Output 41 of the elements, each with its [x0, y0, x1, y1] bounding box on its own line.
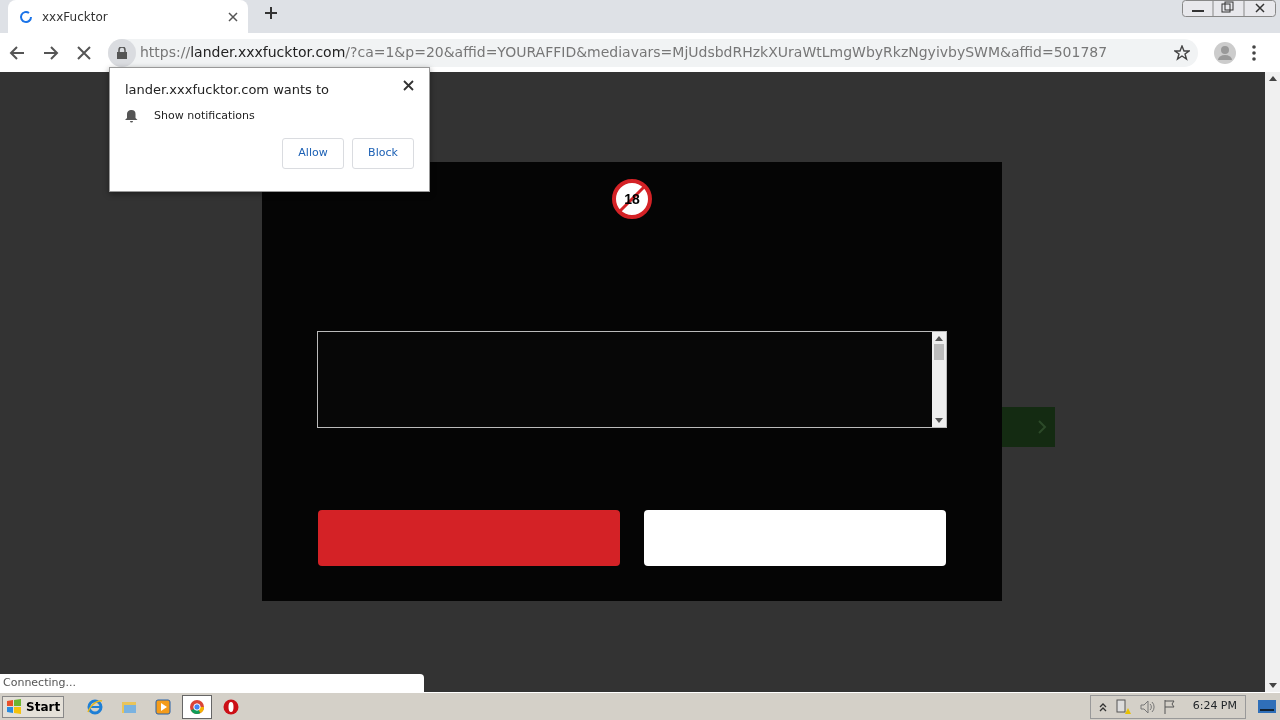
url-text: https://lander.xxxfucktor.com/?ca=1&p=20&affid=YOURAFFID&mediavars=MjUdsbdRHzkXUraWtLmgWbyRkzNgyivbySWM&affid=501787	[140, 43, 1108, 62]
chevron-up-icon[interactable]	[1098, 701, 1107, 712]
start-button[interactable]: Start	[2, 695, 65, 718]
avatar-icon[interactable]	[1214, 41, 1236, 64]
stop-icon[interactable]	[76, 44, 92, 61]
ie-icon	[86, 697, 105, 716]
show-desktop-icon[interactable]	[1258, 698, 1276, 715]
permission-text: Show notifications	[154, 107, 255, 124]
address-bar[interactable]: https://lander.xxxfucktor.com/?ca=1&p=20&affid=YOURAFFID&mediavars=MjUdsbdRHzkXUraWtLmgWbyRkzNgyivbySWM&affid=501787	[108, 38, 1198, 67]
chevron-right-icon	[1037, 419, 1047, 435]
opera-icon	[222, 697, 241, 716]
bookmark-star-icon[interactable]	[1174, 44, 1190, 61]
status-text: Connecting...	[0, 674, 424, 692]
bell-icon	[125, 108, 138, 123]
flag-icon[interactable]	[1162, 698, 1177, 715]
popup-title: lander.xxxfucktor.com wants to	[125, 81, 330, 99]
scrollbar[interactable]	[932, 332, 946, 427]
scroll-up-icon[interactable]	[935, 336, 943, 341]
window-controls-icon[interactable]	[1182, 0, 1276, 17]
new-tab-icon[interactable]	[264, 5, 278, 20]
close-icon[interactable]	[403, 80, 414, 91]
tab-title: xxxFucktor	[42, 8, 109, 26]
scroll-up-icon[interactable]	[1268, 76, 1277, 81]
prompt-button[interactable]: Allow	[282, 138, 344, 169]
forward-icon[interactable]	[42, 43, 60, 62]
chrome-icon	[188, 697, 207, 716]
lock-icon	[117, 46, 127, 59]
menu-icon[interactable]	[1252, 44, 1256, 61]
browser-tab[interactable]: xxxFucktor	[8, 0, 248, 33]
windows-logo-icon	[6, 699, 22, 714]
media-player-icon	[154, 697, 173, 716]
clock: 6:24 PM	[1192, 698, 1237, 715]
back-icon[interactable]	[8, 43, 26, 62]
close-icon[interactable]	[228, 11, 238, 22]
scroll-thumb[interactable]	[934, 344, 944, 360]
scroll-down-icon[interactable]	[935, 418, 943, 423]
scroll-down-icon[interactable]	[1268, 683, 1277, 688]
speaker-icon[interactable]	[1138, 698, 1155, 715]
taskbar-app[interactable]	[182, 694, 213, 719]
text-area[interactable]	[317, 331, 947, 428]
prompt-button[interactable]: Block	[352, 138, 414, 169]
